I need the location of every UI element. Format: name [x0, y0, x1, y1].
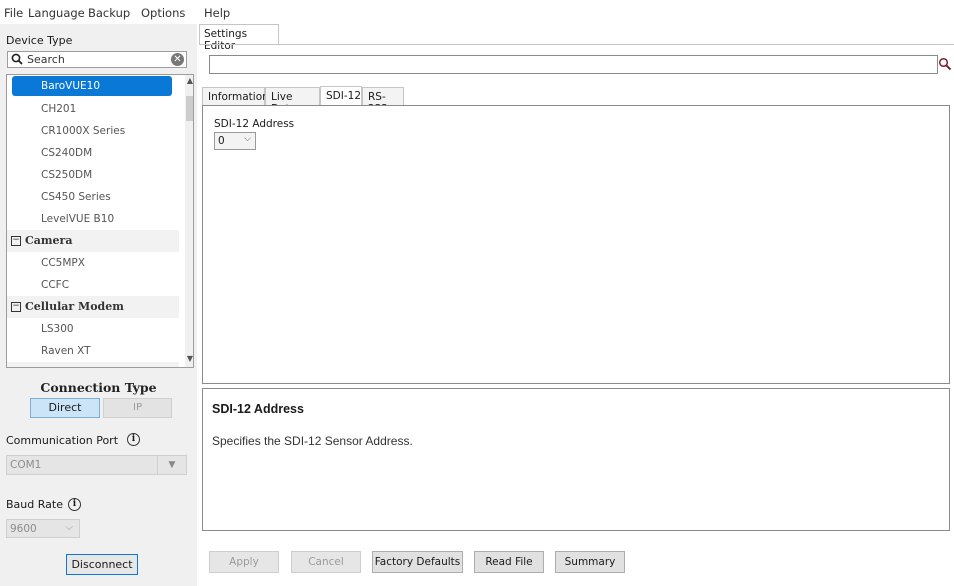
list-item-cs450[interactable]: CS450 Series	[7, 186, 179, 208]
tab-rs-232[interactable]: RS-232	[362, 87, 404, 115]
baud-rate-select[interactable]: 9600 ⌵	[6, 519, 80, 538]
tab-information[interactable]: Information	[202, 87, 269, 106]
list-item-cs250dm[interactable]: CS250DM	[7, 164, 179, 186]
device-type-label: Device Type	[6, 34, 73, 47]
menu-options[interactable]: Options	[141, 6, 185, 20]
list-item-cc5mpx[interactable]: CC5MPX	[7, 252, 179, 274]
list-item-barovue10[interactable]: BaroVUE10	[12, 76, 172, 96]
collapse-icon[interactable]: −	[11, 236, 21, 246]
disconnect-button[interactable]: Disconnect	[66, 554, 138, 575]
sdi-12-address-select[interactable]: 0 ⌵	[214, 132, 256, 150]
search-input[interactable]: Search ✕	[7, 51, 187, 68]
connection-type-title: Connection Type	[40, 380, 157, 395]
tab-sdi-12[interactable]: SDI-12	[320, 86, 362, 106]
filter-input[interactable]	[209, 55, 938, 74]
apply-button[interactable]: Apply	[209, 551, 279, 573]
read-file-button[interactable]: Read File	[474, 551, 544, 573]
scroll-down-icon[interactable]: ▼	[186, 354, 193, 366]
search-icon	[11, 53, 23, 65]
chevron-down-icon[interactable]: ⌵	[244, 134, 251, 144]
list-item-cr1000x[interactable]: CR1000X Series	[7, 120, 179, 142]
chevron-down-icon[interactable]: ⌵	[65, 522, 73, 533]
menu-language[interactable]: Language	[28, 6, 85, 20]
left-panel: Device Type Search ✕ BaroVUE10 CH201 CR1…	[0, 24, 197, 586]
help-panel	[202, 388, 950, 531]
info-icon[interactable]: i	[68, 498, 81, 511]
help-text: Specifies the SDI-12 Sensor Address.	[212, 434, 413, 448]
scroll-up-icon[interactable]: ▲	[186, 76, 193, 88]
menu-bar: File Language Backup Options Help	[0, 0, 954, 24]
collapse-icon[interactable]: −	[11, 302, 21, 312]
category-camera[interactable]: − Camera	[7, 230, 179, 252]
clear-icon[interactable]: ✕	[171, 53, 184, 66]
communication-port-label: Communication Port	[6, 434, 119, 447]
help-title: SDI-12 Address	[212, 402, 304, 416]
tab-divider	[199, 44, 954, 45]
search-placeholder: Search	[27, 53, 65, 66]
scroll-thumb[interactable]	[186, 96, 193, 121]
sdi-12-address-label: SDI-12 Address	[214, 118, 295, 130]
list-item-ch201[interactable]: CH201	[7, 98, 179, 120]
cancel-button[interactable]: Cancel	[291, 551, 361, 573]
direct-button[interactable]: Direct	[30, 398, 100, 418]
list-item-raven-xt[interactable]: Raven XT	[7, 340, 179, 362]
menu-file[interactable]: File	[4, 6, 23, 20]
menu-help[interactable]: Help	[204, 6, 230, 20]
summary-button[interactable]: Summary	[555, 551, 625, 573]
device-list[interactable]: BaroVUE10 CH201 CR1000X Series CS240DM C…	[6, 74, 194, 368]
list-item-cs240dm[interactable]: CS240DM	[7, 142, 179, 164]
communication-port-select[interactable]: COM1 ▼	[6, 455, 187, 475]
tab-content-panel	[202, 105, 950, 384]
list-item-ls300[interactable]: LS300	[7, 318, 179, 340]
list-item-ccfc[interactable]: CCFC	[7, 274, 179, 296]
filter-search-icon[interactable]	[938, 57, 952, 71]
ip-button[interactable]: IP	[103, 398, 172, 418]
baud-rate-label: Baud Rate	[6, 498, 63, 511]
tab-settings-editor[interactable]: Settings Editor	[199, 24, 279, 52]
menu-backup[interactable]: Backup	[88, 6, 130, 20]
category-partial[interactable]: −	[7, 362, 179, 367]
info-icon[interactable]: i	[127, 433, 140, 446]
list-item-levelvue-b10[interactable]: LevelVUE B10	[7, 208, 179, 230]
dropdown-icon[interactable]: ▼	[157, 456, 186, 474]
factory-defaults-button[interactable]: Factory Defaults	[372, 551, 463, 573]
tab-live-data[interactable]: Live Data	[265, 87, 320, 115]
category-cellular-modem[interactable]: − Cellular Modem	[7, 296, 179, 318]
